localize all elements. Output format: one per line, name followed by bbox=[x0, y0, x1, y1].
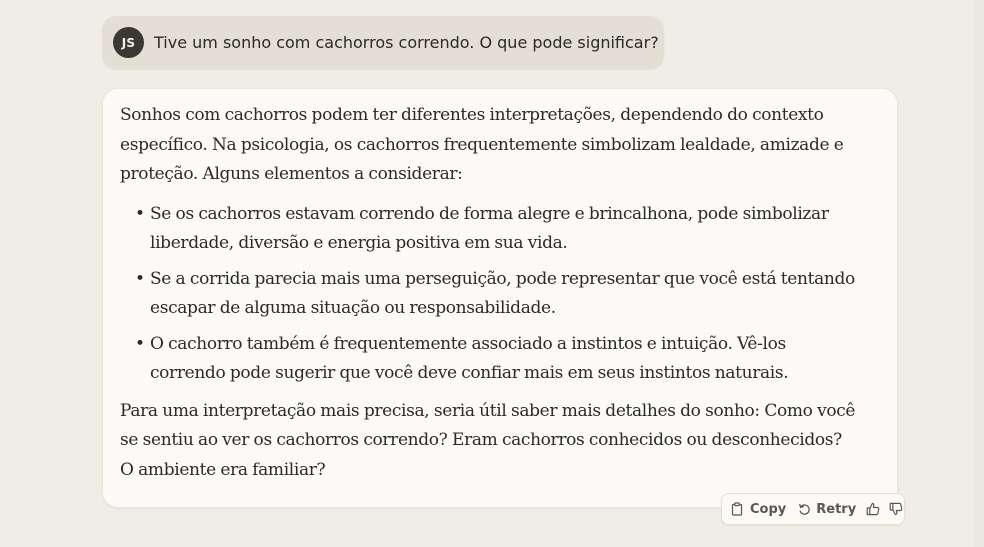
list-item: • O cachorro também é frequentemente asso… bbox=[135, 330, 860, 389]
user-avatar: JS bbox=[113, 27, 144, 58]
user-message-text: Tive um sonho com cachorros correndo. O … bbox=[154, 33, 659, 52]
list-item-text: Se os cachorros estavam correndo de form… bbox=[150, 203, 829, 254]
list-item: • Se a corrida parecia mais uma perseguiç… bbox=[135, 265, 860, 324]
message-actions: Copy Retry bbox=[721, 493, 905, 525]
scrollbar-track bbox=[974, 0, 984, 547]
thumbs-down-icon bbox=[889, 502, 903, 516]
closing-paragraph: Para uma interpretação mais precisa, ser… bbox=[120, 400, 856, 480]
assistant-message: Sonhos com cachorros podem ter diferente… bbox=[102, 88, 898, 508]
list-item-text: O cachorro também é frequentemente assoc… bbox=[150, 333, 789, 384]
retry-label: Retry bbox=[816, 501, 857, 517]
thumbs-up-icon bbox=[866, 502, 880, 516]
intro-paragraph: Sonhos com cachorros podem ter diferente… bbox=[120, 105, 844, 184]
bullet-icon: • bbox=[135, 333, 145, 354]
bullet-icon: • bbox=[135, 203, 145, 224]
assistant-message-content: Sonhos com cachorros podem ter diferente… bbox=[120, 101, 860, 485]
clipboard-icon bbox=[731, 502, 750, 516]
bullet-icon: • bbox=[135, 268, 145, 289]
list-item-text: Se a corrida parecia mais uma perseguiçã… bbox=[150, 268, 855, 319]
copy-label: Copy bbox=[750, 501, 787, 517]
thumbs-down-button[interactable] bbox=[889, 497, 903, 521]
retry-icon bbox=[798, 503, 816, 516]
list-item: • Se os cachorros estavam correndo de for… bbox=[135, 200, 860, 259]
user-message: JS Tive um sonho com cachorros correndo.… bbox=[102, 16, 664, 69]
interpretation-list: • Se os cachorros estavam correndo de for… bbox=[120, 200, 860, 389]
thumbs-up-button[interactable] bbox=[866, 497, 880, 521]
retry-button[interactable]: Retry bbox=[798, 497, 856, 521]
copy-button[interactable]: Copy bbox=[731, 497, 786, 521]
